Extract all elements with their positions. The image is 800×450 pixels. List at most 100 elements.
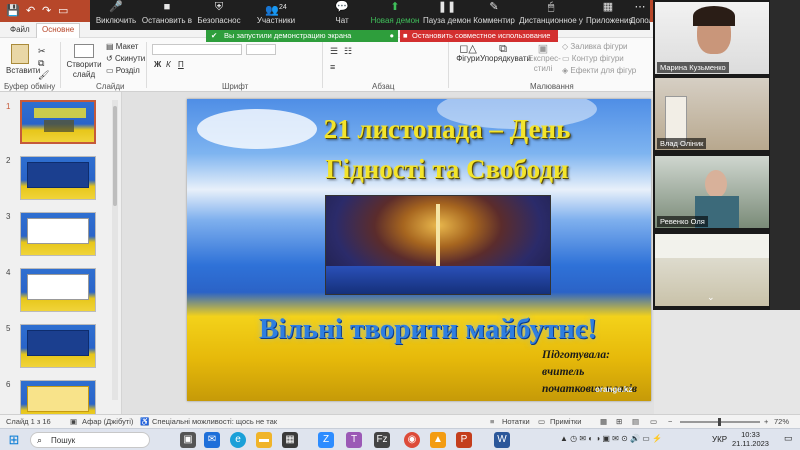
copy-icon[interactable]: ⧉ xyxy=(38,58,44,68)
keyboard-language[interactable]: УКР xyxy=(712,435,727,444)
participant-name: Влад Олiник xyxy=(657,138,707,149)
remote-control-button[interactable]: 🖱 Дистанционное у xyxy=(518,0,584,30)
slides-panel-scrollbar[interactable] xyxy=(112,100,118,400)
video-panel-gutter xyxy=(770,0,800,310)
slideshow-icon[interactable]: ▭ xyxy=(58,4,68,18)
new-slide-button[interactable]: Створити слайд xyxy=(66,44,102,80)
status-bar: Слайд 1 з 16 ▣ Афар (Джібуті) ♿ Спеціаль… xyxy=(0,414,800,428)
share-indicator-icon: ✔ xyxy=(211,31,218,40)
slide-thumbnail-2[interactable] xyxy=(20,156,96,200)
autosave-icon[interactable]: 💾 xyxy=(6,4,20,18)
cut-icon[interactable]: ✂ xyxy=(38,46,46,56)
zoom-app-icon[interactable]: Z xyxy=(318,432,334,448)
teams-icon[interactable]: T xyxy=(346,432,362,448)
layout-button[interactable]: ▤ Макет xyxy=(106,42,138,52)
zoom-in-icon[interactable]: + xyxy=(764,415,768,428)
accessibility-status[interactable]: Спеціальні можливості: щось не так xyxy=(152,415,277,428)
reset-button[interactable]: ↺ Скинути xyxy=(106,54,145,64)
zoom-out-icon[interactable]: − xyxy=(668,415,672,428)
mute-button[interactable]: 🎤 Виключить xyxy=(92,0,140,30)
shapes-button[interactable]: ◻△ Фігури xyxy=(454,44,482,64)
vlc-icon[interactable]: ▲ xyxy=(430,432,446,448)
system-tray-icons[interactable]: ▲ ◷ ✉ ◐ ◑ ▣ ✉ ⊙ 🔊 ▭ ⚡ xyxy=(560,434,662,443)
font-size-dropdown[interactable] xyxy=(246,44,276,55)
app-icon[interactable]: Fz xyxy=(374,432,390,448)
section-button[interactable]: ▭ Розділ xyxy=(106,66,140,76)
arrange-button[interactable]: ⧉ Упорядкувати xyxy=(480,44,531,64)
store-icon[interactable]: ▦ xyxy=(282,432,298,448)
clock[interactable]: 10:33 21.11.2023 xyxy=(732,430,769,448)
participant-name: Ревенко Оля xyxy=(657,216,708,227)
annotate-button[interactable]: ✎ Комментир xyxy=(472,0,516,30)
apps-button[interactable]: ▦ Приложения xyxy=(586,0,633,30)
reading-view-icon[interactable]: ▤ xyxy=(632,415,639,428)
annotate-icon: ✎ xyxy=(489,1,499,13)
zoom-slider[interactable] xyxy=(680,418,760,426)
file-explorer-icon[interactable]: ▬ xyxy=(256,432,272,448)
clipboard-icon xyxy=(11,44,29,64)
share-screen-icon: ⬆ xyxy=(390,1,400,13)
chat-button[interactable]: 💬 Чат xyxy=(322,0,362,30)
normal-view-icon[interactable]: ▦ xyxy=(600,415,607,428)
stop-video-button[interactable]: ■ Остановить в xyxy=(140,0,194,30)
tab-file[interactable]: Файл xyxy=(10,24,30,36)
taskbar-search[interactable]: ⌕ Пошук xyxy=(30,432,150,448)
scroll-down-icon[interactable]: ⌄ xyxy=(707,292,715,303)
slide-thumbnail-6[interactable] xyxy=(20,380,96,414)
stop-share-button[interactable]: ■ Остановить совместное использование xyxy=(400,30,558,42)
slide-thumbnail-4[interactable] xyxy=(20,268,96,312)
sorter-view-icon[interactable]: ⊞ xyxy=(616,415,622,428)
redo-icon[interactable]: ↷ xyxy=(42,4,51,18)
participant-video-tile[interactable]: Влад Олiник xyxy=(655,78,769,150)
language-indicator[interactable]: Афар (Джібуті) xyxy=(82,415,133,428)
notifications-icon[interactable]: ▭ xyxy=(784,433,793,444)
notes-icon: ≡ xyxy=(490,417,495,426)
slideshow-view-icon[interactable]: ▭ xyxy=(650,415,657,428)
comments-button[interactable]: Примітки xyxy=(550,415,581,428)
undo-icon[interactable]: ↶ xyxy=(26,4,35,18)
mail-icon[interactable]: ✉ xyxy=(204,432,220,448)
accessibility-icon: ♿ xyxy=(140,417,150,426)
edge-icon[interactable]: e xyxy=(230,432,246,448)
participant-video-tile[interactable]: Марина Кузьменко xyxy=(655,2,769,74)
paste-button[interactable]: Вставити xyxy=(6,44,40,76)
word-icon[interactable]: W xyxy=(494,432,510,448)
bullets-icon[interactable]: ☰ xyxy=(330,46,338,56)
quick-styles-button[interactable]: ▣ Експрес-стилі xyxy=(528,44,561,74)
powerpoint-icon[interactable]: P xyxy=(456,432,472,448)
notes-button[interactable]: Нотатки xyxy=(502,415,530,428)
participant-video-tile[interactable]: Ревенко Оля xyxy=(655,156,769,228)
slide-thumbnail-3[interactable] xyxy=(20,212,96,256)
shape-effects-button[interactable]: ◈ Ефекти для фігур xyxy=(562,66,636,76)
format-painter-icon[interactable]: 🖌 xyxy=(38,70,49,80)
new-share-button[interactable]: ⬆ Новая демон xyxy=(370,0,420,30)
more-icon: ⋯ xyxy=(634,1,646,13)
shield-icon: ⛨ xyxy=(214,1,224,13)
slide-thumbnail-1[interactable] xyxy=(20,100,96,144)
shape-outline-button[interactable]: ▭ Контур фігури xyxy=(562,54,624,64)
slide-thumbnail-5[interactable] xyxy=(20,324,96,368)
numbering-icon[interactable]: ☷ xyxy=(344,46,352,56)
shield-check-icon: ● xyxy=(389,31,394,40)
align-left-icon[interactable]: ≡ xyxy=(330,62,335,72)
windows-start-icon[interactable]: ⊞ xyxy=(6,432,22,448)
pause-share-button[interactable]: ❚❚ Пауза демон xyxy=(422,0,472,30)
stop-icon: ■ xyxy=(403,31,408,40)
spellcheck-icon[interactable]: ▣ xyxy=(70,415,77,428)
slide-motto: Вільні творити майбутнє! xyxy=(259,313,598,345)
tab-home[interactable]: Основне xyxy=(36,23,81,38)
chrome-icon[interactable]: ◉ xyxy=(404,432,420,448)
slide-number: 5 xyxy=(6,324,11,333)
font-family-dropdown[interactable] xyxy=(152,44,242,55)
underline-button[interactable]: П xyxy=(178,60,184,70)
more-button[interactable]: ⋯Дополнит xyxy=(630,0,650,30)
task-view-icon[interactable]: ▣ xyxy=(180,432,196,448)
bold-button[interactable]: Ж xyxy=(154,60,161,70)
participants-button[interactable]: 👥24 Участники xyxy=(250,0,302,30)
current-slide[interactable]: 21 листопада – День Гідності та Свободи … xyxy=(187,99,651,401)
zoom-level[interactable]: 72% xyxy=(774,415,789,428)
shape-fill-button[interactable]: ◇ Заливка фігури xyxy=(562,42,628,52)
security-button[interactable]: ⛨ Безопаснос xyxy=(194,0,244,30)
comments-icon: ▭ xyxy=(538,417,546,426)
italic-button[interactable]: К xyxy=(166,60,171,70)
